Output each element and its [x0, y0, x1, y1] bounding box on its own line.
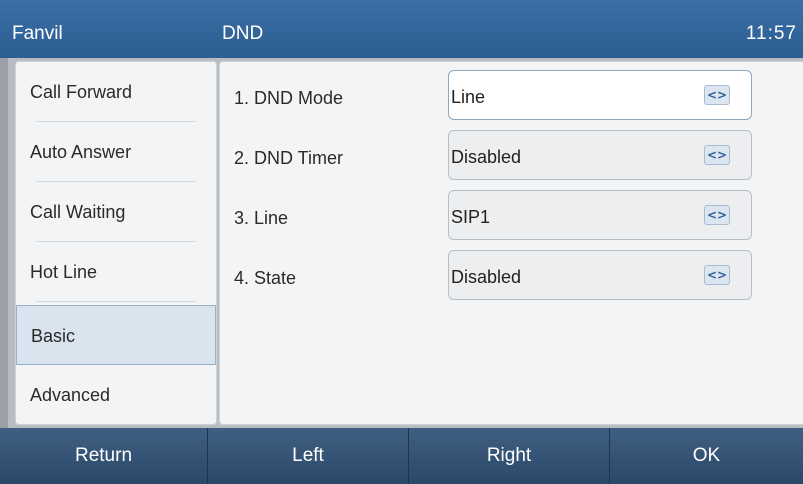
sidebar-item-label: Hot Line — [30, 262, 98, 282]
sidebar-menu: Call Forward Auto Answer Call Waiting Ho… — [15, 61, 217, 425]
select-value: SIP1 — [451, 207, 491, 227]
state-select[interactable]: Disabled <> — [448, 250, 752, 300]
dnd-timer-select[interactable]: Disabled <> — [448, 130, 752, 180]
settings-panel: 1. DND Mode Line <> 2. DND Timer Disable… — [219, 61, 803, 425]
sidebar-item-advanced[interactable]: Advanced — [16, 365, 216, 425]
sidebar-item-label: Call Forward — [30, 82, 133, 102]
page-title: DND — [222, 23, 264, 44]
select-value: Disabled — [451, 267, 522, 287]
sidebar-item-hot-line[interactable]: Hot Line — [16, 242, 216, 302]
setting-row-dnd-mode: 1. DND Mode Line <> — [220, 62, 803, 122]
setting-label: 2. DND Timer — [234, 148, 344, 168]
setting-row-line: 3. Line SIP1 <> — [220, 182, 803, 242]
phone-screen: Fanvil DND 11:57 Call Forward Auto Answe… — [0, 0, 803, 484]
ok-button[interactable]: OK — [610, 428, 803, 484]
left-button[interactable]: Left — [208, 428, 409, 484]
left-right-arrows-icon[interactable]: <> — [704, 265, 730, 285]
sidebar-item-label: Basic — [31, 326, 76, 346]
content-area: Call Forward Auto Answer Call Waiting Ho… — [8, 58, 803, 428]
sidebar-item-label: Advanced — [30, 385, 111, 405]
sidebar-item-call-forward[interactable]: Call Forward — [16, 62, 216, 122]
title-bar: Fanvil DND 11:57 — [0, 0, 803, 58]
sidebar-item-label: Auto Answer — [30, 142, 132, 162]
sidebar-item-basic[interactable]: Basic — [16, 305, 216, 365]
left-right-arrows-icon[interactable]: <> — [704, 85, 730, 105]
brand-name: Fanvil — [12, 23, 63, 44]
sidebar-item-auto-answer[interactable]: Auto Answer — [16, 122, 216, 182]
sidebar-item-call-waiting[interactable]: Call Waiting — [16, 182, 216, 242]
setting-row-state: 4. State Disabled <> — [220, 242, 803, 302]
left-right-arrows-icon[interactable]: <> — [704, 145, 730, 165]
dnd-mode-select[interactable]: Line <> — [448, 70, 752, 120]
setting-label: 1. DND Mode — [234, 88, 344, 108]
line-select[interactable]: SIP1 <> — [448, 190, 752, 240]
select-value: Disabled — [451, 147, 522, 167]
setting-label: 4. State — [234, 268, 297, 288]
setting-row-dnd-timer: 2. DND Timer Disabled <> — [220, 122, 803, 182]
softkey-bar: Return Left Right OK — [0, 428, 803, 484]
return-button[interactable]: Return — [0, 428, 208, 484]
select-value: Line — [451, 87, 486, 107]
setting-label: 3. Line — [234, 208, 289, 228]
clock: 11:57 — [745, 23, 797, 44]
sidebar-item-label: Call Waiting — [30, 202, 126, 222]
left-right-arrows-icon[interactable]: <> — [704, 205, 730, 225]
right-button[interactable]: Right — [409, 428, 610, 484]
